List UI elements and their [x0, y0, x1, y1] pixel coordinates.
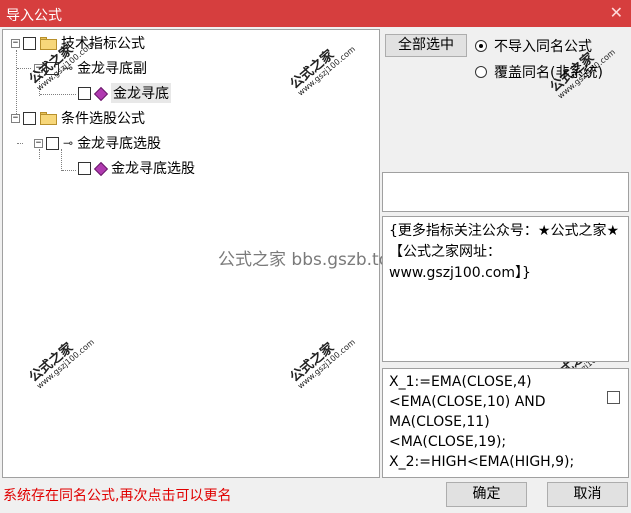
folder-icon — [40, 111, 57, 125]
tree-item-label: 金龙寻底副 — [77, 61, 148, 77]
tree-item-label: 金龙寻底选股 — [111, 161, 195, 177]
folder-icon — [40, 36, 57, 50]
title-bar: 导入公式 ✕ — [0, 0, 631, 27]
select-all-button[interactable]: 全部选中 — [385, 34, 467, 57]
tree-item-jinlong-sub[interactable]: − ⊸ 金龙寻底副 — [34, 58, 147, 78]
tree-checkbox[interactable] — [78, 161, 91, 175]
gem-icon — [95, 163, 106, 174]
description-text: {更多指标关注公众号：★公式之家★ 【公式之家网址：www.gszj100.co… — [389, 223, 620, 281]
site-overlay-text: 公式之家 bbs.gszb.top — [218, 250, 400, 270]
collapse-toggle[interactable]: − — [11, 113, 20, 123]
formula-preview-box[interactable]: X_1:=EMA(CLOSE,4)<EMA(CLOSE,10) AND MA(C… — [382, 368, 629, 478]
collapse-toggle[interactable]: − — [34, 63, 43, 73]
window-title: 导入公式 — [6, 8, 62, 24]
key-icon: ⊸ — [63, 61, 74, 75]
tree-item-label: 条件选股公式 — [61, 111, 145, 127]
radio-skip-duplicates[interactable]: 不导入同名公式 — [475, 36, 592, 56]
status-message: 系统存在同名公式,再次点击可以更名 — [3, 488, 232, 504]
cancel-button[interactable]: 取消 — [547, 482, 628, 507]
tree-item-label: 金龙寻底选股 — [77, 136, 162, 152]
tree-checkbox[interactable] — [46, 61, 59, 75]
tree-item-technical-indicators[interactable]: − 技术指标公式 — [11, 33, 145, 53]
gem-icon — [95, 88, 106, 99]
radio-label: 不导入同名公式 — [494, 39, 592, 55]
tree-checkbox[interactable] — [23, 111, 36, 125]
tree-item-jinlong-selection[interactable]: − ⊸ 金龙寻底选股 — [34, 133, 161, 153]
tree-checkbox[interactable] — [23, 36, 36, 50]
tree-connector — [40, 94, 76, 95]
tree-item-stock-selection[interactable]: − 条件选股公式 — [11, 108, 145, 128]
radio-overwrite-duplicates[interactable]: 覆盖同名(非系统) — [475, 62, 603, 82]
radio-button[interactable] — [475, 40, 487, 52]
radio-button[interactable] — [475, 66, 487, 78]
blank-input-box[interactable] — [382, 172, 629, 212]
tree-checkbox[interactable] — [46, 136, 59, 150]
tree-connector — [62, 170, 76, 171]
radio-label: 覆盖同名(非系统) — [494, 65, 603, 81]
tree-item-jinlong[interactable]: 金龙寻底 — [78, 83, 171, 103]
tree-item-jinlong-selection-formula[interactable]: 金龙寻底选股 — [78, 158, 195, 178]
close-icon[interactable]: ✕ — [610, 3, 623, 22]
ok-button[interactable]: 确定 — [446, 482, 527, 507]
description-box[interactable]: {更多指标关注公众号：★公式之家★ 【公式之家网址：www.gszj100.co… — [382, 216, 629, 362]
formula-preview-text: X_1:=EMA(CLOSE,4)<EMA(CLOSE,10) AND MA(C… — [389, 374, 575, 470]
tree-item-label: 技术指标公式 — [61, 36, 145, 52]
tree-connector — [17, 68, 31, 69]
tree-connector — [17, 143, 23, 144]
collapse-toggle[interactable]: − — [34, 138, 43, 148]
tree-checkbox[interactable] — [78, 86, 91, 100]
collapse-toggle[interactable]: − — [11, 38, 20, 48]
key-icon: ⊸ — [63, 136, 74, 150]
tree-item-label: 金龙寻底 — [111, 83, 171, 103]
preview-checkbox[interactable] — [607, 391, 620, 404]
